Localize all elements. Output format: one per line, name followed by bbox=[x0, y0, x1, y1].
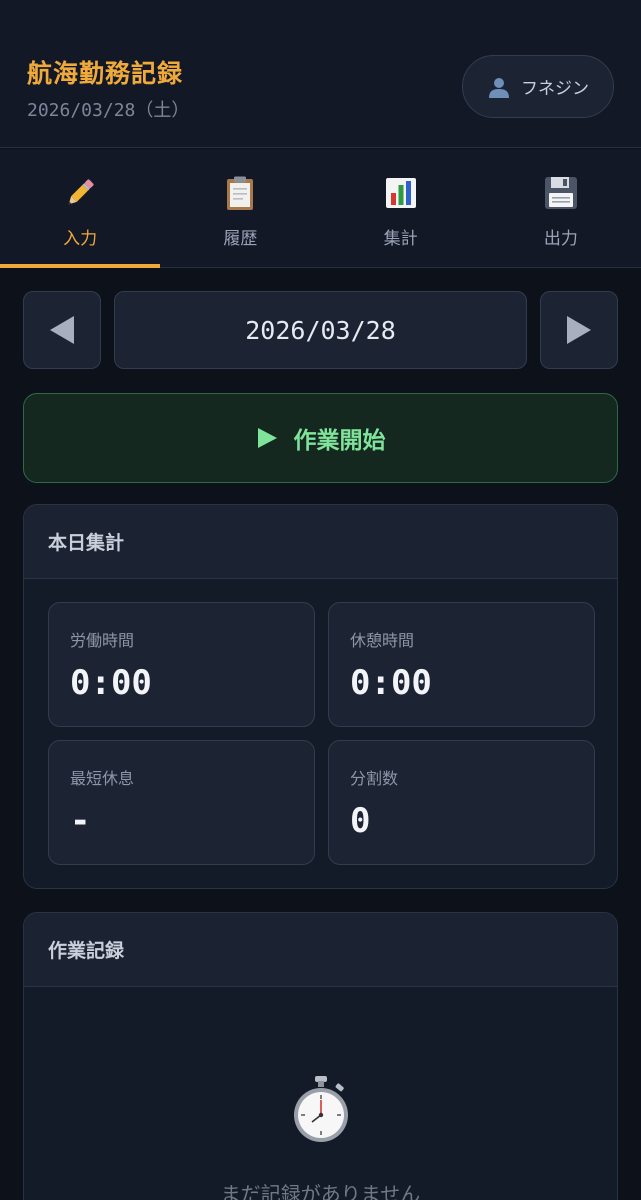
empty-state: まだ記録がありません bbox=[24, 988, 617, 1200]
pencil-icon bbox=[68, 179, 94, 205]
stat-break-time: 休憩時間 0:00 bbox=[328, 602, 595, 727]
previous-day-button[interactable] bbox=[23, 291, 101, 369]
next-day-button[interactable] bbox=[540, 291, 618, 369]
floppy-disk-icon bbox=[544, 177, 577, 209]
daily-summary-card: 本日集計 労働時間 0:00 休憩時間 0:00 最短休息 - 分割数 0 bbox=[23, 504, 618, 889]
triangle-left-icon bbox=[50, 316, 74, 344]
tab-export[interactable]: 出力 bbox=[481, 149, 641, 267]
tab-label: 履歴 bbox=[223, 229, 258, 249]
play-icon bbox=[257, 428, 277, 448]
stopwatch-icon bbox=[294, 1076, 348, 1142]
stat-value: 0 bbox=[350, 801, 371, 841]
tab-history[interactable]: 履歴 bbox=[160, 149, 320, 267]
stat-value: 0:00 bbox=[350, 663, 432, 703]
stat-value: - bbox=[70, 801, 91, 841]
tab-input[interactable]: 入力 bbox=[0, 149, 161, 268]
stat-split-count: 分割数 0 bbox=[328, 740, 595, 865]
summary-title: 本日集計 bbox=[24, 505, 617, 579]
tab-label: 入力 bbox=[63, 229, 98, 249]
tab-label: 集計 bbox=[383, 229, 418, 249]
start-work-label: 作業開始 bbox=[293, 428, 386, 454]
tab-label: 出力 bbox=[543, 229, 578, 249]
current-date-picker[interactable]: 2026/03/28 bbox=[114, 291, 527, 369]
clipboard-icon bbox=[227, 176, 254, 210]
user-name: フネジン bbox=[521, 79, 589, 99]
stat-work-time: 労働時間 0:00 bbox=[48, 602, 315, 727]
start-work-button[interactable]: 作業開始 bbox=[23, 393, 618, 483]
tab-bar: 入力 履歴 集計 出力 bbox=[0, 149, 641, 268]
tab-summary[interactable]: 集計 bbox=[321, 149, 481, 267]
stat-label: 休憩時間 bbox=[350, 631, 415, 650]
stat-shortest-rest: 最短休息 - bbox=[48, 740, 315, 865]
stat-value: 0:00 bbox=[70, 663, 152, 703]
app-header: 航海勤務記録 2026/03/28（土） フネジン bbox=[0, 0, 641, 148]
stat-label: 分割数 bbox=[350, 769, 399, 788]
triangle-right-icon bbox=[567, 316, 591, 344]
header-date: 2026/03/28（土） bbox=[27, 100, 190, 121]
app-title: 航海勤務記録 bbox=[27, 59, 184, 88]
user-profile-button[interactable]: フネジン bbox=[462, 55, 614, 118]
user-icon bbox=[489, 77, 509, 98]
work-records-card: 作業記録 まだ記録がありません bbox=[23, 912, 618, 1200]
app-root: 航海勤務記録 2026/03/28（土） フネジン 入力 履歴 集計 出力 20… bbox=[0, 0, 641, 1200]
stat-label: 労働時間 bbox=[70, 631, 135, 650]
bar-chart-icon bbox=[385, 178, 416, 208]
records-title: 作業記録 bbox=[24, 913, 617, 987]
empty-records-message: まだ記録がありません bbox=[220, 1182, 421, 1200]
stat-label: 最短休息 bbox=[70, 769, 135, 788]
